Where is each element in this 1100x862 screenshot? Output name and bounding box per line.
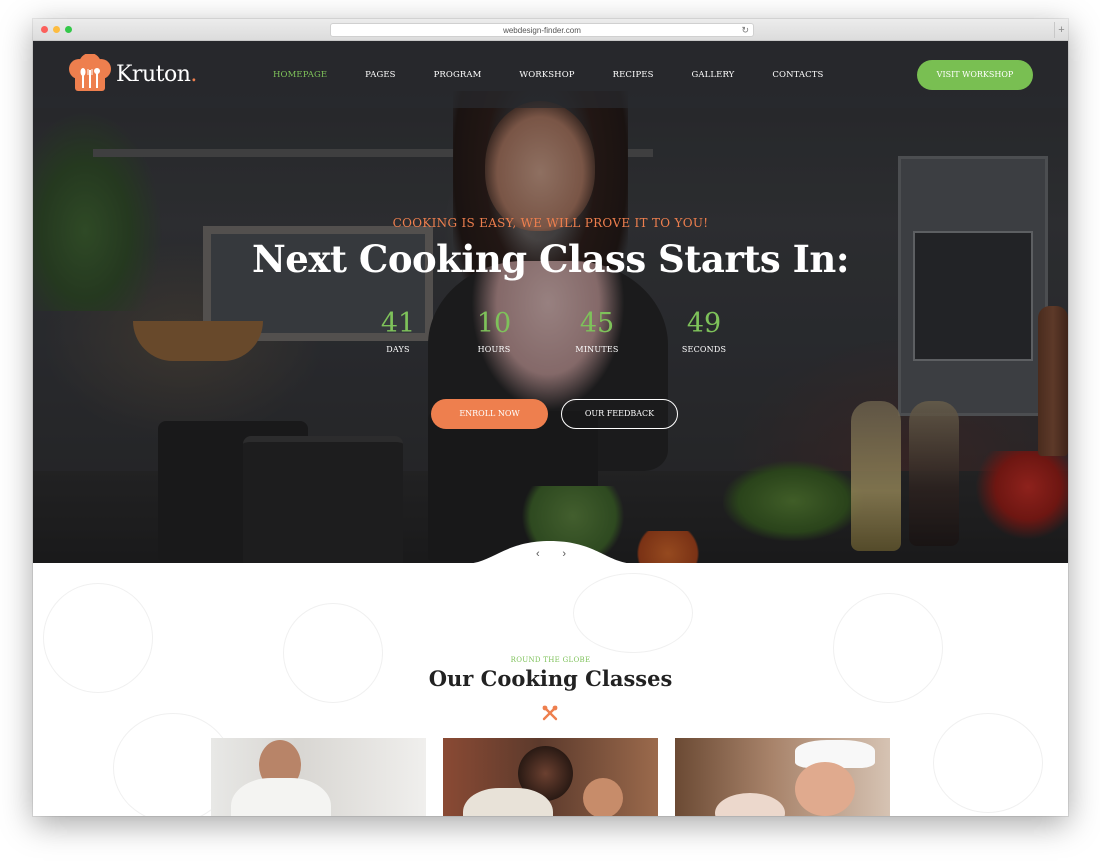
hero-tagline: COOKING IS EASY, WE WILL PROVE IT TO YOU… xyxy=(392,216,709,230)
maximize-window-button[interactable] xyxy=(65,26,72,33)
address-bar-url: webdesign-finder.com xyxy=(503,26,581,35)
card-chef-body xyxy=(231,778,331,816)
nav-recipes[interactable]: RECIPES xyxy=(613,70,654,80)
countdown-label: SECONDS xyxy=(681,345,727,354)
close-window-button[interactable] xyxy=(41,26,48,33)
chef-hat-icon xyxy=(66,53,114,94)
countdown-value: 41 xyxy=(380,308,416,339)
card-chef-head xyxy=(795,762,855,816)
countdown-value: 45 xyxy=(579,308,615,339)
countdown-label: HOURS xyxy=(477,345,511,354)
site-logo[interactable]: Kruton. xyxy=(66,53,197,94)
hero-title: Next Cooking Class Starts In: xyxy=(251,237,850,281)
visit-workshop-button[interactable]: VISIT WORKSHOP xyxy=(917,60,1033,90)
new-tab-button[interactable]: + xyxy=(1054,22,1068,38)
hero-overlay xyxy=(33,41,1068,563)
slider-next-arrow[interactable]: › xyxy=(562,547,566,561)
slider-prev-arrow[interactable]: ‹ xyxy=(536,547,540,561)
nav-homepage[interactable]: HOMEPAGE xyxy=(273,70,327,80)
minimize-window-button[interactable] xyxy=(53,26,60,33)
our-feedback-button[interactable]: OUR FEEDBACK xyxy=(561,399,678,429)
slider-arrows: ‹ › xyxy=(536,547,566,561)
browser-window: webdesign-finder.com ↻ + Kruton. HOMEPAG… xyxy=(33,19,1068,816)
browser-titlebar: webdesign-finder.com ↻ + xyxy=(33,19,1068,41)
enroll-now-button[interactable]: ENROLL NOW xyxy=(431,399,548,429)
countdown-label: MINUTES xyxy=(575,345,619,354)
class-card-image[interactable] xyxy=(675,738,890,816)
class-card-image[interactable] xyxy=(211,738,426,816)
main-menu: HOMEPAGE PAGES PROGRAM WORKSHOP RECIPES … xyxy=(273,41,861,108)
background-doodle xyxy=(933,713,1043,813)
nav-workshop[interactable]: WORKSHOP xyxy=(519,70,574,80)
background-doodle xyxy=(573,573,693,653)
reload-icon[interactable]: ↻ xyxy=(741,24,749,37)
countdown-value: 49 xyxy=(686,308,722,339)
nav-program[interactable]: PROGRAM xyxy=(434,70,482,80)
logo-text: Kruton. xyxy=(116,61,197,87)
logo-dot: . xyxy=(190,61,197,87)
countdown-minutes: 45 MINUTES xyxy=(557,308,637,355)
class-card-image[interactable] xyxy=(443,738,658,816)
nav-pages[interactable]: PAGES xyxy=(365,70,395,80)
hero-section: Kruton. HOMEPAGE PAGES PROGRAM WORKSHOP … xyxy=(33,41,1068,563)
countdown-hours: 10 HOURS xyxy=(454,308,534,355)
countdown-value: 10 xyxy=(476,308,512,339)
card-student-head xyxy=(583,778,623,816)
countdown-label: DAYS xyxy=(386,345,410,354)
cooking-classes-section: ROUND THE GLOBE Our Cooking Classes xyxy=(33,563,1068,816)
section-subtitle: ROUND THE GLOBE xyxy=(510,656,591,664)
section-title: Our Cooking Classes xyxy=(428,666,673,691)
crossed-utensils-icon xyxy=(542,705,558,721)
card-chef-hands xyxy=(715,793,785,816)
countdown-seconds: 49 SECONDS xyxy=(664,308,744,355)
countdown-days: 41 DAYS xyxy=(358,308,438,355)
site-navbar: Kruton. HOMEPAGE PAGES PROGRAM WORKSHOP … xyxy=(33,41,1068,108)
nav-gallery[interactable]: GALLERY xyxy=(692,70,735,80)
nav-contacts[interactable]: CONTACTS xyxy=(772,70,823,80)
address-bar[interactable]: webdesign-finder.com ↻ xyxy=(330,23,754,37)
